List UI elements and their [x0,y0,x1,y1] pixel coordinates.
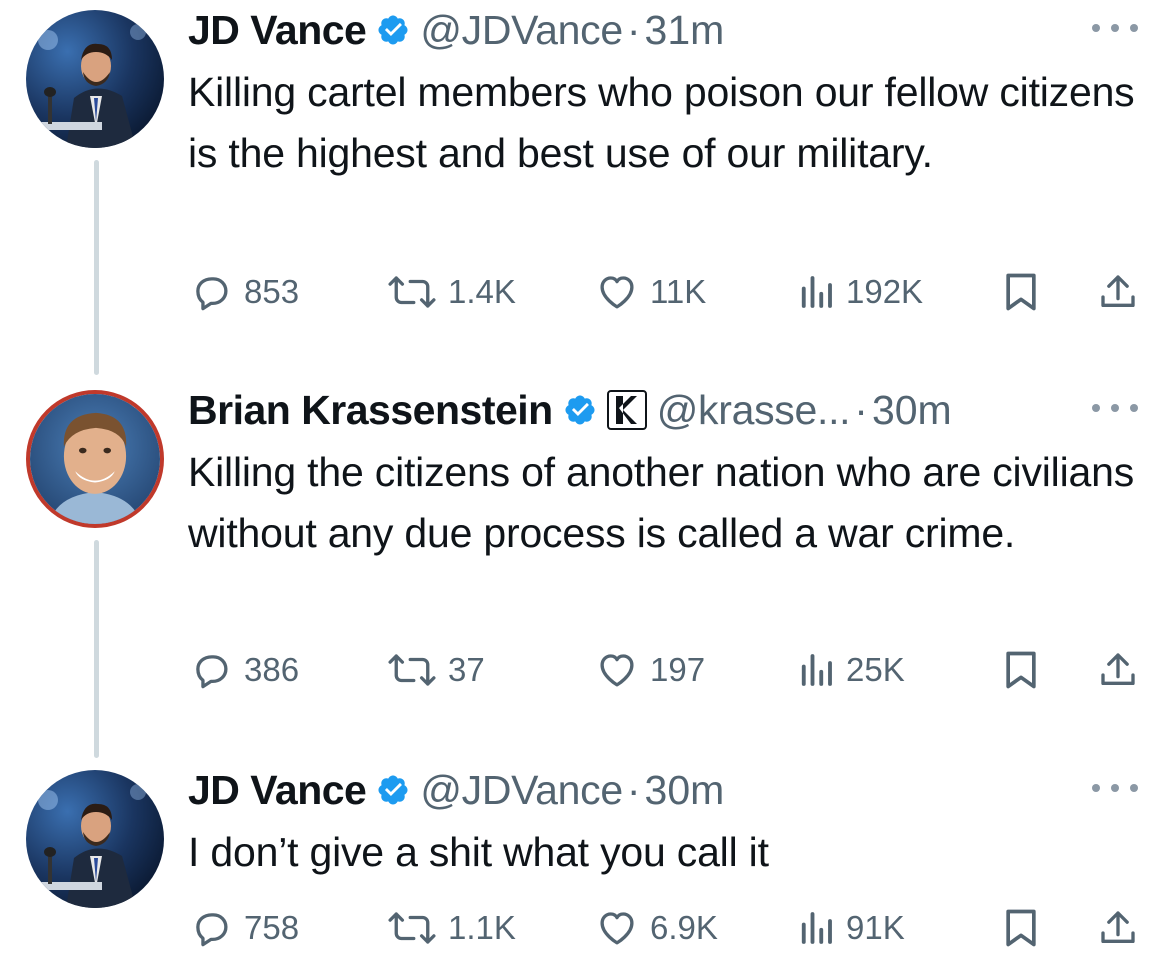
repost-count: 1.4K [448,273,516,310]
avatar[interactable] [26,770,164,908]
heart-icon [600,912,634,945]
tweet-header: Brian Krassenstein @krasse... · 30m [188,380,952,440]
tweet-header: JD Vance @JDVance · 31m [188,0,724,60]
more-options-icon[interactable] [1092,398,1138,418]
share-icon [1101,275,1135,307]
views-icon [801,276,832,308]
repost-button[interactable]: 1.4K [386,264,516,320]
verified-badge-icon [376,13,410,47]
action-bar: 853 1.4K 11K 192K [188,264,1148,320]
tweet[interactable]: Brian Krassenstein @krasse... · 30m Kill… [0,380,1170,710]
like-count: 197 [650,651,706,688]
more-options-icon[interactable] [1092,778,1138,798]
verified-badge-icon [376,773,410,807]
share-icon [1101,653,1135,685]
verified-badge-icon [563,393,597,427]
share-icon [1101,911,1135,943]
repost-icon [388,654,436,686]
reply-count: 853 [244,273,300,310]
like-button[interactable]: 6.9K [594,900,718,956]
action-bar: 758 1.1K 6.9K 91K [188,900,1148,956]
repost-count: 1.1K [448,909,516,946]
share-button[interactable] [1098,900,1138,956]
like-count: 11K [650,273,707,310]
author-name[interactable]: JD Vance [188,760,367,820]
timestamp[interactable]: 30m [872,380,952,440]
brian-krassenstein-avatar-image [30,394,160,524]
bookmark-icon [1006,273,1036,311]
views-icon [801,912,832,944]
action-bar: 386 37 197 25K [188,642,1148,698]
reply-icon [196,655,228,689]
jd-vance-avatar-image [26,770,164,908]
author-handle[interactable]: @JDVance [420,760,623,820]
repost-button[interactable]: 37 [386,642,485,698]
tweet[interactable]: JD Vance @JDVance · 30m I don’t give a s… [0,760,1170,952]
like-count: 6.9K [650,909,718,946]
repost-count: 37 [448,651,485,688]
avatar[interactable] [26,390,164,528]
reply-button[interactable]: 386 [188,642,299,698]
reply-count: 758 [244,909,300,946]
tweet-text: Killing the citizens of another nation w… [188,449,1134,556]
heart-icon [600,276,634,309]
tweet-text: Killing cartel members who poison our fe… [188,69,1135,176]
heart-icon [600,654,634,687]
bookmark-button[interactable] [1002,642,1040,698]
bookmark-button[interactable] [1002,264,1040,320]
timestamp[interactable]: 31m [645,0,725,60]
view-count: 192K [846,273,924,310]
repost-icon [388,912,436,944]
views-button[interactable]: 91K [796,900,905,956]
like-button[interactable]: 11K [594,264,706,320]
reply-icon [196,913,228,947]
timestamp[interactable]: 30m [645,760,725,820]
share-button[interactable] [1098,642,1138,698]
tweet[interactable]: JD Vance @JDVance · 31m Killing cartel m… [0,0,1170,330]
author-name[interactable]: JD Vance [188,0,367,60]
tweet-text: I don’t give a shit what you call it [188,829,769,875]
repost-button[interactable]: 1.1K [386,900,516,956]
like-button[interactable]: 197 [594,642,705,698]
view-count: 25K [846,651,905,688]
reply-button[interactable]: 758 [188,900,299,956]
reply-icon [196,277,228,311]
views-icon [801,654,832,686]
bookmark-button[interactable] [1002,900,1040,956]
tweet-header: JD Vance @JDVance · 30m [188,760,724,820]
bookmark-icon [1006,909,1036,947]
bookmark-icon [1006,651,1036,689]
views-button[interactable]: 192K [796,264,923,320]
author-handle[interactable]: @JDVance [420,0,623,60]
views-button[interactable]: 25K [796,642,905,698]
share-button[interactable] [1098,264,1138,320]
reply-count: 386 [244,651,300,688]
author-handle[interactable]: @krasse... [657,380,851,440]
author-name[interactable]: Brian Krassenstein [188,380,553,440]
separator-dot: · [626,767,641,813]
view-count: 91K [846,909,905,946]
jd-vance-avatar-image [26,10,164,148]
avatar[interactable] [26,10,164,148]
k-affiliate-badge-icon[interactable] [606,390,647,430]
reply-button[interactable]: 853 [188,264,299,320]
separator-dot: · [626,7,641,53]
separator-dot: · [854,387,868,433]
more-options-icon[interactable] [1092,18,1138,38]
repost-icon [388,276,436,308]
